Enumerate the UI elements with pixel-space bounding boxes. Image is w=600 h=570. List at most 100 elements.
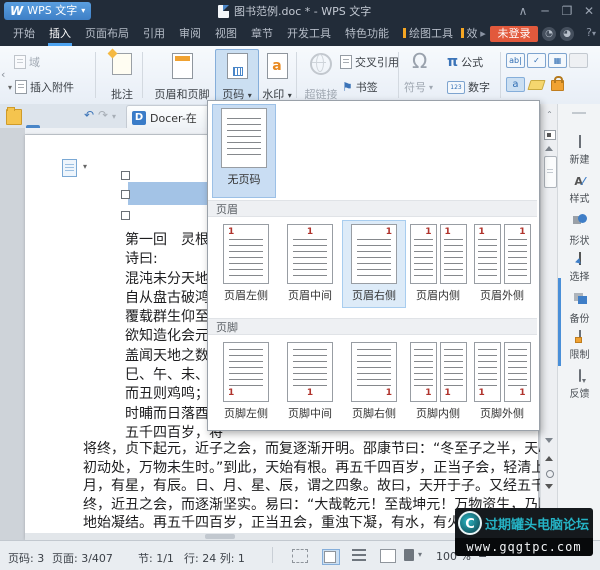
horizontal-scroll-thumb[interactable] — [205, 534, 235, 539]
page-thumbnail: 1 1 — [471, 342, 533, 402]
outline-view-icon[interactable] — [352, 549, 366, 561]
option-header-center[interactable]: 1 页眉中间 — [278, 220, 342, 308]
tab-dev-tools[interactable]: 开发工具 — [280, 22, 338, 46]
status-pages: 页面: 3/407 — [52, 552, 113, 565]
undo-icon[interactable]: ↶ — [84, 108, 94, 122]
page-number-button[interactable]: 页码 ▾ — [215, 49, 259, 104]
tab-review[interactable]: 审阅 — [172, 22, 208, 46]
chevron-down-icon[interactable]: ▾ — [418, 550, 422, 559]
navigation-pane-icon[interactable] — [544, 130, 556, 140]
option-footer-inside[interactable]: 1 1 页脚内侧 — [406, 338, 470, 426]
formula-button[interactable]: π 公式 — [447, 52, 483, 72]
cross-reference-button[interactable]: 交叉引用 — [340, 52, 399, 72]
wps-writer-window: W WPS 文字 ▾ 图书范例.doc * - WPS 文字 ∧ ─ ❐ ✕ 开… — [0, 0, 600, 570]
option-header-outside[interactable]: 1 1 页眉外侧 — [470, 220, 534, 308]
selection-mode-icon[interactable] — [292, 549, 308, 563]
tab-insert[interactable]: 插入 — [42, 22, 78, 46]
sidebar-item-styles[interactable]: A⁄ 样式 — [558, 175, 600, 205]
wps-menu-button[interactable]: W WPS 文字 ▾ — [4, 2, 92, 20]
disabled-control-icon — [569, 53, 588, 68]
sidebar-item-shapes[interactable]: 形状 — [558, 214, 600, 247]
sidebar-item-backup[interactable]: 备份 — [558, 292, 600, 325]
sidebar-item-feedback[interactable]: 反馈 — [558, 369, 600, 400]
lock-icon[interactable] — [551, 76, 564, 91]
page-thumbnail: 1 — [279, 224, 341, 284]
update-icon[interactable]: ◕ — [560, 27, 574, 41]
message-icon[interactable]: ◔ — [542, 27, 556, 41]
tab-page-layout[interactable]: 页面布局 — [78, 22, 136, 46]
scroll-down-icon[interactable] — [545, 438, 553, 443]
page-thumbnail: 1 — [343, 342, 405, 402]
text-box-control-icon[interactable]: ab| — [506, 53, 525, 68]
collapse-window-button[interactable]: ∧ — [512, 0, 534, 22]
tab-drawing-tools[interactable]: 绘图工具 — [396, 22, 460, 46]
selection-handle[interactable] — [121, 171, 130, 180]
selection-handle[interactable] — [121, 211, 130, 220]
ribbon-back-icon[interactable]: ‹ — [1, 68, 5, 81]
chevron-down-icon: ▾ — [247, 91, 252, 100]
embedded-object-icon[interactable] — [62, 159, 77, 177]
maximize-button[interactable]: ❐ — [556, 0, 578, 22]
option-no-page-number[interactable]: 无页码 — [212, 104, 276, 198]
sidebar-handle[interactable] — [572, 112, 586, 114]
checkbox-control-icon[interactable]: ✓ — [527, 53, 546, 68]
more-tabs-icon[interactable]: ▸ — [478, 22, 488, 46]
chevron-down-icon: ▾ — [591, 29, 596, 38]
option-footer-center[interactable]: 1 页脚中间 — [278, 338, 342, 426]
next-page-icon[interactable] — [545, 484, 553, 489]
comment-button[interactable]: 批注 — [99, 49, 145, 104]
status-line-col: 行: 24 列: 1 — [184, 552, 245, 565]
tab-special-features[interactable]: 特色功能 — [338, 22, 396, 46]
fullscreen-icon[interactable] — [404, 549, 414, 561]
document-icon — [218, 4, 229, 18]
help-button[interactable]: ?▾ — [586, 26, 596, 39]
web-view-icon[interactable] — [380, 549, 396, 563]
scroll-up-icon[interactable] — [545, 146, 553, 151]
toolbar-more-icon[interactable]: ▾ — [112, 112, 116, 121]
option-footer-right[interactable]: 1 页脚右侧 — [342, 338, 406, 426]
globe-icon — [310, 53, 332, 75]
vertical-scrollbar[interactable]: ⌃ — [540, 104, 558, 540]
page-thumbnail: 1 — [343, 224, 405, 284]
chevron-down-icon[interactable]: ▾ — [83, 162, 87, 171]
watermark-button[interactable]: a 水印 ▾ — [255, 49, 299, 104]
sidebar-item-select[interactable]: 选择 — [558, 252, 600, 283]
combo-box-control-icon[interactable]: ▦ — [548, 53, 567, 68]
option-header-left[interactable]: 1 页眉左侧 — [214, 220, 278, 308]
redo-icon: ↷ — [98, 108, 109, 122]
selection-handle[interactable] — [121, 190, 130, 199]
option-header-inside[interactable]: 1 1 页眉内侧 — [406, 220, 470, 308]
minimize-button[interactable]: ─ — [534, 0, 556, 22]
insert-attachment-button[interactable]: ▾ 插入附件 — [8, 77, 74, 97]
field-icon — [14, 55, 26, 69]
header-footer-button[interactable]: 页眉和页脚 — [146, 49, 218, 104]
maximize-icon: ❐ — [561, 4, 573, 18]
login-button[interactable]: 未登录 — [490, 26, 538, 42]
tab-effects[interactable]: 效果 — [460, 22, 478, 46]
chevron-down-icon: ▾ — [429, 82, 434, 92]
previous-page-icon[interactable] — [545, 456, 553, 461]
tab-view[interactable]: 视图 — [208, 22, 244, 46]
option-header-right[interactable]: 1 页眉右侧 — [342, 220, 406, 308]
eraser-icon[interactable] — [527, 80, 546, 90]
design-mode-icon[interactable]: a — [506, 77, 525, 92]
watermark: C 过期罐头电脑论坛 www.gqgtpc.com — [455, 508, 593, 556]
sidebar-item-new[interactable]: 新建 — [558, 135, 600, 166]
select-icon — [573, 252, 587, 266]
option-footer-outside[interactable]: 1 1 页脚外侧 — [470, 338, 534, 426]
page-view-icon[interactable] — [322, 549, 340, 565]
open-icon[interactable] — [6, 107, 22, 125]
ribbon-insert: ‹ 域 ▾ 插入附件 批注 页眉和页脚 页码 ▾ a 水印 ▾ 超链接 交叉引用… — [0, 46, 600, 105]
sidebar-item-restrict[interactable]: 限制 — [558, 330, 600, 361]
number-button[interactable]: 123 数字 — [447, 77, 490, 97]
browse-object-icon[interactable] — [546, 470, 554, 478]
watermark-logo: C — [458, 511, 482, 535]
tab-references[interactable]: 引用 — [136, 22, 172, 46]
option-footer-left[interactable]: 1 页脚左侧 — [214, 338, 278, 426]
ribbon-collapse-icon[interactable]: ⌃ — [544, 110, 555, 119]
tab-section[interactable]: 章节 — [244, 22, 280, 46]
tab-start[interactable]: 开始 — [6, 22, 42, 46]
bookmark-button[interactable]: ⚑ 书签 — [342, 77, 378, 97]
vertical-scroll-thumb[interactable] — [544, 156, 557, 188]
close-button[interactable]: ✕ — [578, 0, 600, 22]
